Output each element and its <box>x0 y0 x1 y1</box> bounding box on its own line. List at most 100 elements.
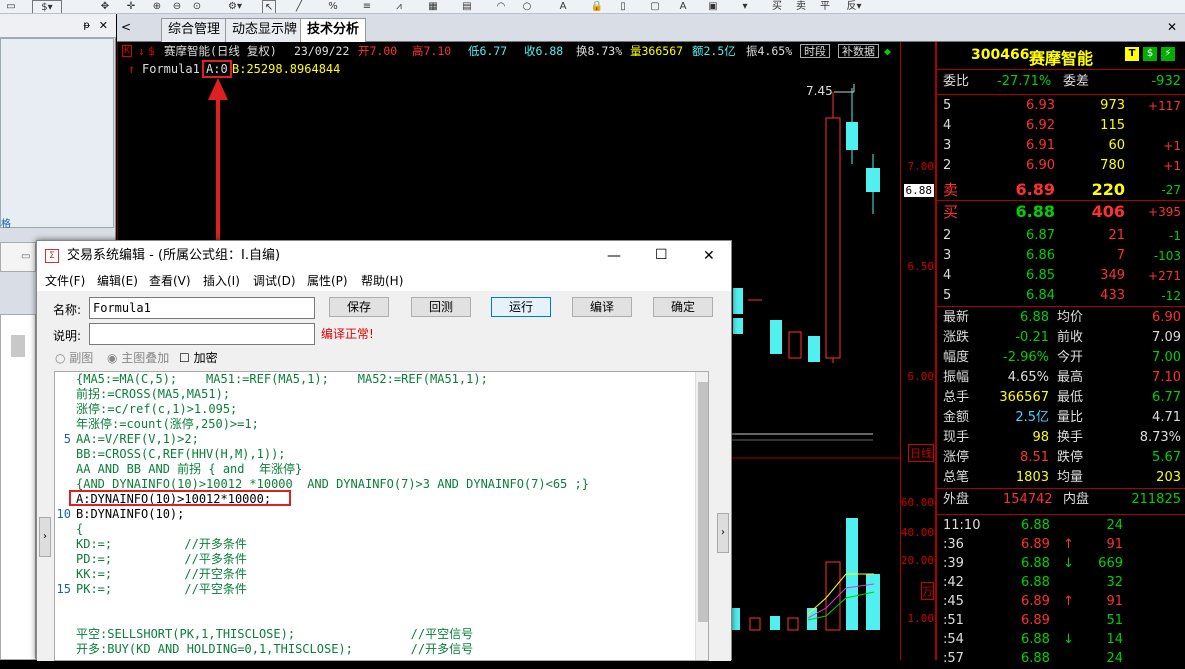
right-collapse-icon[interactable]: › <box>717 513 729 553</box>
flat-icon[interactable]: 平 <box>818 0 832 13</box>
zoom-reset-icon[interactable]: ⊙ <box>190 0 204 13</box>
chart-open: 开7.00 <box>358 44 398 58</box>
name-input[interactable]: Formula1 <box>89 297 315 319</box>
code-line: 年涨停:=count(涨停,250)>=1; <box>76 417 259 431</box>
order-icon[interactable]: 反▾ <box>840 0 868 13</box>
sell-row[interactable]: 5 6.93 973 +117 <box>937 96 1185 116</box>
lightning-badge-icon[interactable]: ⚡ <box>1161 47 1175 61</box>
editor-scroll-thumb[interactable] <box>698 382 708 622</box>
sell-row[interactable]: 4 6.92 115 <box>937 116 1185 136</box>
menu-view[interactable]: 查看(V) <box>149 271 191 291</box>
menu-debug[interactable]: 调试(D) <box>253 271 296 291</box>
menu-insert[interactable]: 插入(I) <box>203 271 240 291</box>
lock-icon[interactable]: 🔒 <box>590 0 604 13</box>
buy-icon[interactable]: 买 <box>770 0 784 13</box>
grid-tool-icon[interactable]: ▦ <box>426 0 440 13</box>
page-icon[interactable]: ▯ <box>616 0 630 13</box>
stat-label: 最低 <box>1057 390 1084 405</box>
radio-main-overlay[interactable]: ◉ 主图叠加 <box>107 349 169 366</box>
line-number: 5 <box>63 432 71 446</box>
editor-vscrollbar[interactable] <box>695 372 708 660</box>
chart-close: 收6.88 <box>524 44 564 58</box>
sell-level: 5 <box>943 98 952 113</box>
buy-volume: 433 <box>1100 288 1125 303</box>
tab-overview[interactable]: 综合管理 <box>161 18 228 42</box>
channel-tool-icon[interactable]: ⩘ <box>392 0 406 13</box>
minimize-icon[interactable]: ▭ <box>21 251 30 262</box>
move-icon[interactable]: ✛ <box>124 0 138 13</box>
tick-volume: 91 <box>1106 537 1123 552</box>
tabs-close-icon[interactable]: ✕ <box>1167 20 1177 34</box>
tab-dynamic-board[interactable]: 动态显示牌 <box>225 18 305 42</box>
tabs-bar: < 综合管理 动态显示牌 技术分析 ✕ <box>117 14 1185 42</box>
menu-help[interactable]: 帮助(H) <box>361 271 403 291</box>
t-badge-icon[interactable]: T <box>1125 47 1139 61</box>
formula-a-value: A:0 <box>202 60 232 78</box>
chart-period-button[interactable]: 时段 <box>800 44 830 58</box>
menu-file[interactable]: 文件(F) <box>45 271 85 291</box>
main-toolbar: ▭ $▾ ✥ ✛ ⊕ ⊖ ⊙ ⚙▾ ↖ ╱ % ≡ ⩘ ▦ ▤ ◠ ○ A 🔒 … <box>0 0 1185 14</box>
zoom-out-icon[interactable]: ⊖ <box>170 0 184 13</box>
zoom-in-icon[interactable]: ⊕ <box>150 0 164 13</box>
compile-button[interactable]: 编译 <box>572 297 632 317</box>
buy-row[interactable]: 3 6.86 7 -103 <box>937 246 1185 266</box>
pin-icon[interactable]: ᵽ <box>83 20 90 31</box>
sell-icon[interactable]: 卖 <box>794 0 808 13</box>
menu-edit[interactable]: 编辑(E) <box>97 271 138 291</box>
layout-icon[interactable]: ▣ <box>706 0 720 13</box>
code-editor[interactable]: 5 10 15 {MA5:=MA(C,5); MA51:=REF(MA5,1);… <box>54 371 709 661</box>
buy-row[interactable]: 买 6.88 406 +395 <box>937 202 1185 222</box>
buy-row[interactable]: 2 6.87 21 -1 <box>937 226 1185 246</box>
left-panel-link[interactable]: 格 <box>1 215 11 230</box>
text-tool-icon[interactable]: A <box>556 0 570 13</box>
desc-input[interactable] <box>89 323 315 345</box>
buy-row[interactable]: 4 6.85 349 +271 <box>937 266 1185 286</box>
left-collapse-icon[interactable]: › <box>39 517 51 557</box>
sell-change: +1 <box>1163 139 1181 153</box>
maximize-icon[interactable]: ☐ <box>655 240 668 270</box>
zoom-fit-icon[interactable]: ✥ <box>98 0 112 13</box>
backtest-button[interactable]: 回测 <box>411 297 471 317</box>
menu-properties[interactable]: 属性(P) <box>307 271 348 291</box>
percent-tool-icon[interactable]: % <box>326 0 340 13</box>
pointer-icon[interactable]: ↖ <box>262 0 276 13</box>
weekline-label[interactable]: 日线 <box>908 444 934 462</box>
stat-row: 总手 366567 最低 6.77 <box>937 388 1185 408</box>
highlight-box <box>69 490 291 506</box>
ok-button[interactable]: 确定 <box>653 297 713 317</box>
money-badge-icon[interactable]: $ <box>1143 47 1157 61</box>
sell-row[interactable]: 2 6.90 780 +1 <box>937 156 1185 176</box>
stat-value: 8.73% <box>1139 430 1181 445</box>
fib-tool-icon[interactable]: ≡ <box>360 0 374 13</box>
sell-price: 6.92 <box>1026 118 1055 133</box>
tabs-left-arrow-icon[interactable]: < <box>121 20 131 34</box>
run-button[interactable]: 运行 <box>491 297 551 317</box>
line-tool-icon[interactable]: ╱ <box>292 0 306 13</box>
chart-supplement-button[interactable]: 补数据 <box>838 44 879 58</box>
sell-row[interactable]: 3 6.91 60 +1 <box>937 136 1185 156</box>
close-icon[interactable]: ✕ <box>99 19 108 32</box>
currency-icon[interactable]: $▾ <box>32 0 62 13</box>
delete-icon[interactable]: ▢ <box>648 0 662 13</box>
curve-tool-icon[interactable]: ◠ <box>494 0 508 13</box>
save-button[interactable]: 保存 <box>329 297 389 317</box>
table-tool-icon[interactable]: ▤ <box>460 0 474 13</box>
encrypt-checkbox[interactable]: ☐ 加密 <box>179 349 218 366</box>
settings-icon[interactable]: ⚙▾ <box>220 0 250 13</box>
tab-technical-analysis[interactable]: 技术分析 <box>300 18 367 42</box>
tick-time: :51 <box>943 613 964 628</box>
stat-value: 4.65% <box>1007 370 1049 385</box>
sell-row[interactable]: 卖 6.89 220 -27 <box>937 180 1185 200</box>
toolbar-icon-1[interactable]: ▭ <box>4 0 18 13</box>
chart-period-icon[interactable]: K <box>122 45 132 57</box>
dialog-titlebar[interactable]: Σ 交易系统编辑 - (所属公式组：I.自编) — ☐ ✕ <box>37 241 731 271</box>
name-label: 名称: <box>53 303 82 317</box>
left-panel-scroll-thumb[interactable] <box>11 335 25 357</box>
close-icon[interactable]: ✕ <box>703 241 715 271</box>
dropdown-icon[interactable]: ▾ <box>738 0 752 13</box>
minimize-icon[interactable]: — <box>607 241 621 271</box>
text-color-icon[interactable]: A <box>676 0 690 13</box>
buy-row[interactable]: 5 6.84 433 -12 <box>937 286 1185 306</box>
radio-sub-chart[interactable]: ○ 副图 <box>55 349 93 366</box>
circle-tool-icon[interactable]: ○ <box>520 0 534 13</box>
